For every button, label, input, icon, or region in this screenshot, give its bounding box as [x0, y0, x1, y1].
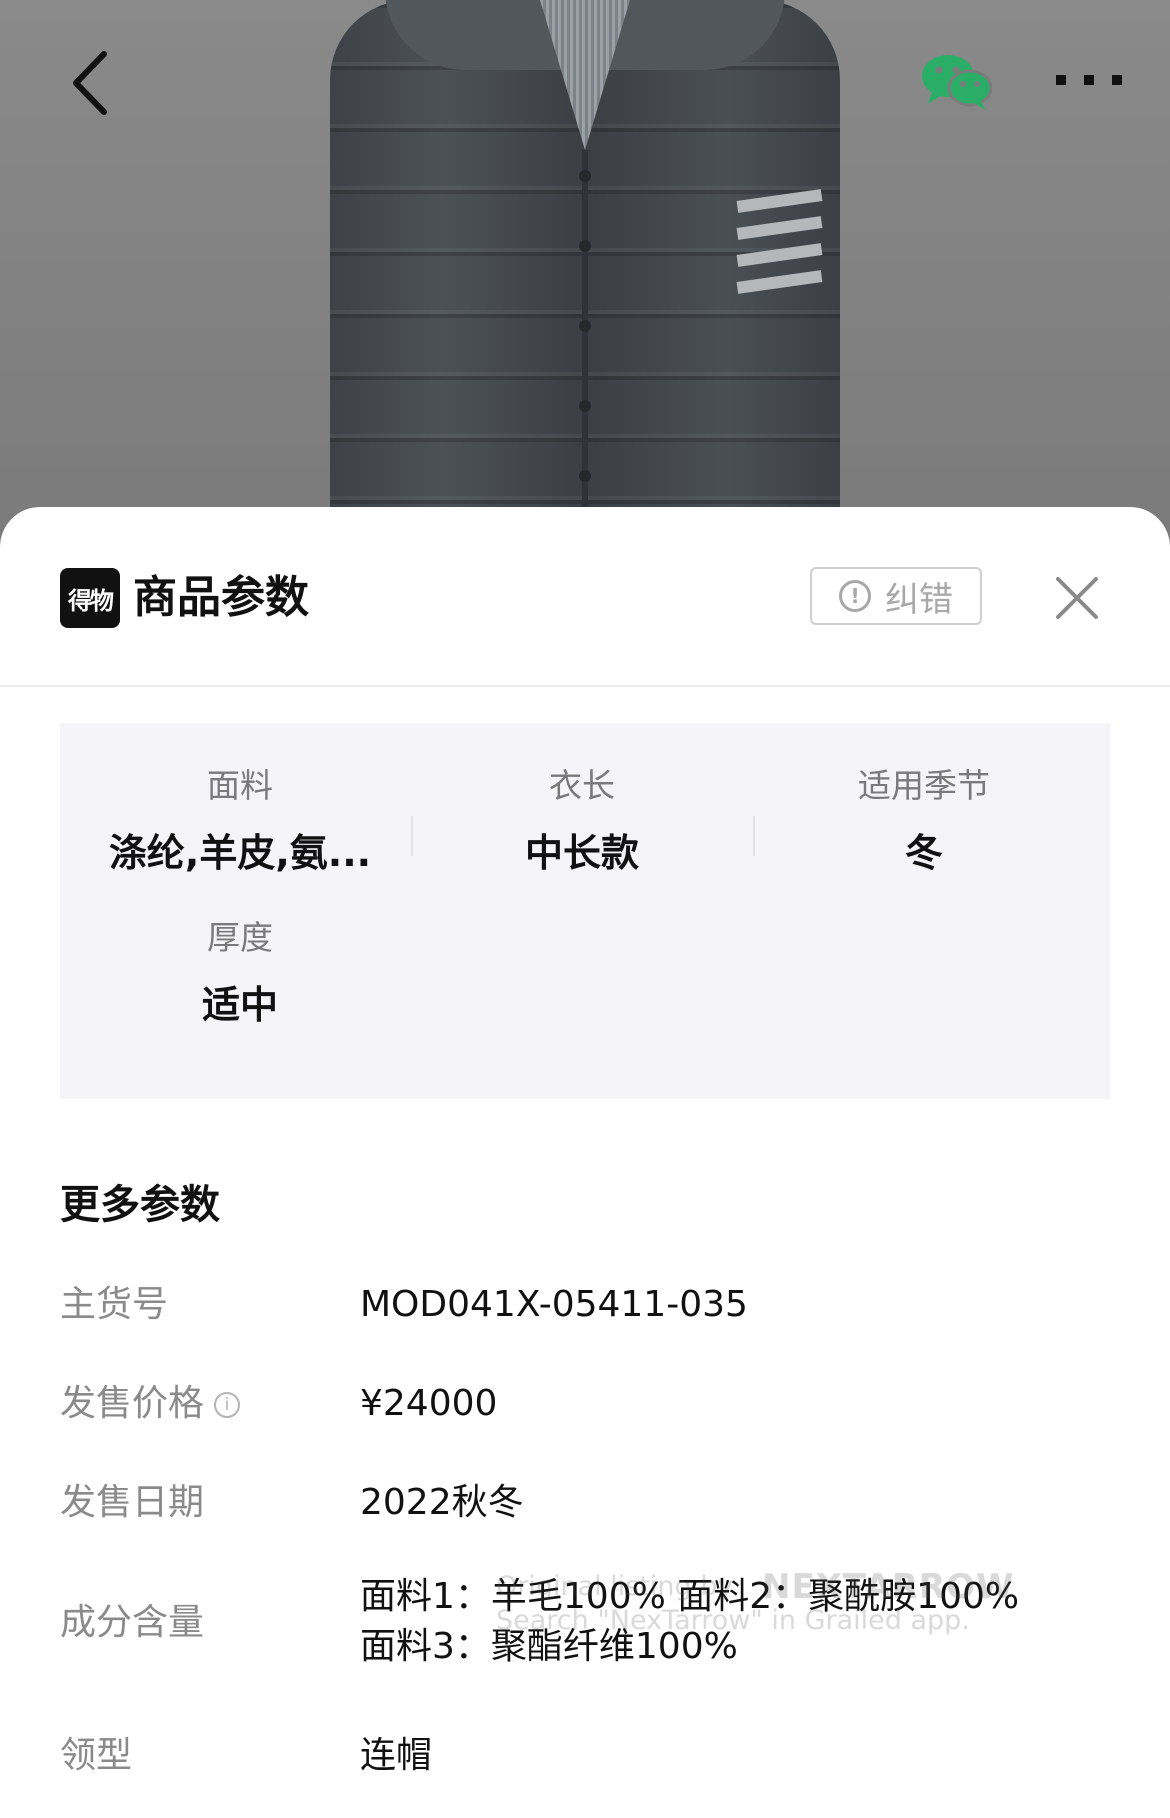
param-label: 适用季节: [858, 766, 990, 805]
row-label: 发售价格 i: [60, 1379, 241, 1429]
param-value: 冬: [904, 831, 943, 875]
row-value-line2: 面料3：聚酯纤维100%: [360, 1626, 738, 1667]
more-button[interactable]: [1056, 60, 1122, 100]
back-button[interactable]: [60, 48, 120, 118]
param-label: 厚度: [207, 918, 273, 957]
more-dots-icon: [1056, 75, 1066, 85]
wechat-share-button[interactable]: [920, 52, 993, 112]
row-value: MOD041X-05411-035: [360, 1284, 748, 1325]
param-label: 衣长: [549, 766, 615, 805]
param-row: 成分含量 面料1：羊毛100% 面料2：聚酰胺100% 面料3：聚酯纤维100%: [60, 1572, 1110, 1672]
row-label: 发售日期: [60, 1482, 205, 1523]
more-params-title: 更多参数: [60, 1182, 220, 1228]
report-error-button[interactable]: ! 纠错: [810, 567, 982, 625]
param-season: 适用季节 冬: [754, 763, 1094, 883]
key-params-grid: 面料 涤纶,羊皮,氨... 衣长 中长款 适用季节 冬 厚度 适中: [60, 723, 1110, 1099]
param-length: 衣长 中长款: [412, 763, 752, 883]
param-thickness: 厚度 适中: [70, 915, 410, 1035]
param-row: 发售日期 2022秋冬: [60, 1478, 1110, 1528]
info-icon[interactable]: i: [214, 1392, 241, 1418]
param-label: 面料: [207, 766, 273, 805]
row-label: 成分含量: [60, 1602, 205, 1643]
row-label: 主货号: [60, 1284, 169, 1325]
param-value: 中长款: [524, 831, 639, 875]
chevron-left-icon: [73, 51, 107, 115]
product-photo: [0, 0, 1170, 560]
param-value: 适中: [201, 983, 278, 1027]
wechat-icon: [922, 55, 993, 110]
sheet-header: 得物 商品参数 ! 纠错: [0, 507, 1170, 687]
row-value: ¥24000: [360, 1383, 498, 1424]
jacket-image: [330, 0, 840, 540]
param-fabric: 面料 涤纶,羊皮,氨...: [70, 763, 410, 883]
sheet-title: 商品参数: [133, 572, 309, 623]
row-label-text: 发售价格: [60, 1383, 205, 1424]
row-value: 2022秋冬: [360, 1482, 524, 1523]
param-row: 领型 连帽: [60, 1731, 1110, 1781]
close-button[interactable]: [1052, 573, 1102, 623]
row-value-line1: 面料1：羊毛100% 面料2：聚酰胺100%: [360, 1576, 1020, 1617]
row-label: 领型: [60, 1735, 133, 1776]
param-row: 发售价格 i ¥24000: [60, 1379, 1110, 1429]
exclamation-circle-icon: !: [839, 580, 871, 612]
param-value: 涤纶,羊皮,氨...: [108, 831, 372, 875]
app-logo: 得物: [60, 568, 120, 628]
row-value: 连帽: [360, 1735, 433, 1776]
param-row: 主货号 MOD041X-05411-035: [60, 1280, 1110, 1330]
product-params-sheet: 得物 商品参数 ! 纠错 面料 涤纶,羊皮,氨... 衣长 中长款 适用季节 冬: [0, 507, 1170, 1818]
close-icon: [1056, 577, 1098, 619]
report-error-label: 纠错: [885, 579, 953, 620]
